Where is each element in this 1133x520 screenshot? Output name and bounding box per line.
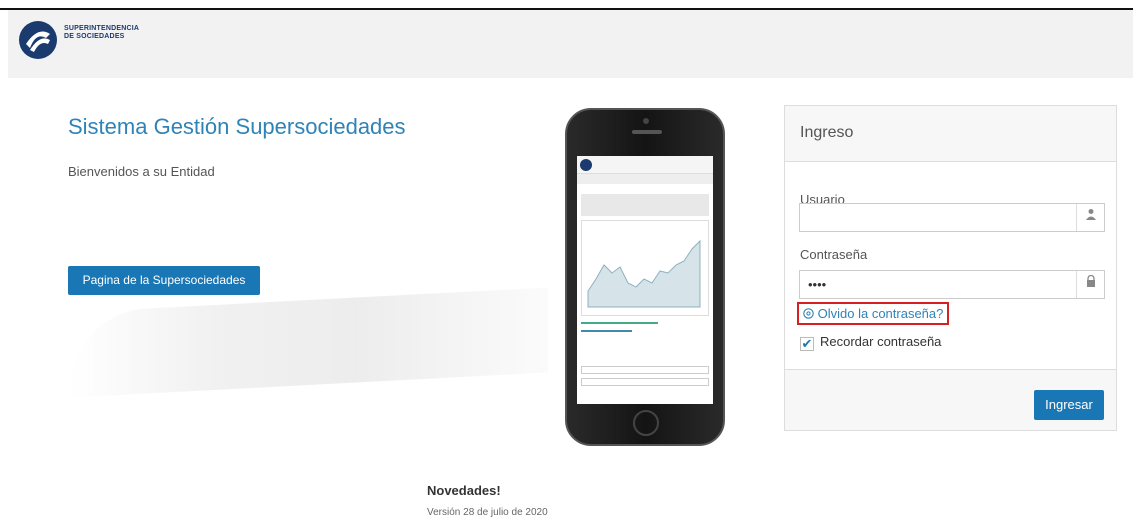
screen-logo-icon [580, 159, 592, 171]
screen-breadcrumb [577, 174, 713, 184]
remember-password[interactable]: ✔ Recordar contraseña [800, 334, 941, 351]
welcome-text: Bienvenidos a su Entidad [68, 164, 215, 179]
forgot-password-link[interactable]: Olvido la contraseña? [797, 302, 950, 325]
news-version: Versión 28 de julio de 2020 [427, 507, 548, 518]
phone-screen [577, 156, 713, 404]
screen-dashboard-title [577, 184, 713, 192]
screen-chart [581, 220, 709, 316]
lock-icon [1076, 271, 1104, 298]
page-title: Sistema Gestión Supersociedades [68, 114, 406, 139]
login-heading: Ingreso [785, 106, 1116, 162]
phone-mockup-image [565, 108, 725, 446]
phone-speaker [632, 130, 662, 134]
screen-progress-bars [581, 322, 709, 362]
password-field-wrap [799, 270, 1105, 299]
supersociedades-logo[interactable] [18, 20, 58, 60]
screen-stats [581, 194, 709, 216]
password-input[interactable] [800, 271, 1070, 298]
top-header: SUPERINTENDENCIA DE SOCIEDADES [8, 10, 1133, 78]
logo-line-1: SUPERINTENDENCIA [64, 25, 140, 32]
login-submit-button[interactable]: Ingresar [1034, 390, 1104, 420]
phone-camera [643, 118, 649, 124]
decorative-swoosh [70, 287, 548, 398]
supersociedades-site-button[interactable]: Pagina de la Supersociedades [68, 266, 260, 295]
login-panel: Ingreso Usuario Contraseña Olvido la con… [784, 105, 1117, 431]
screen-button [581, 366, 709, 374]
password-label: Contraseña [800, 247, 868, 262]
phone-home-button [633, 410, 659, 436]
screen-chart-graphic [587, 239, 701, 308]
screen-button [581, 378, 709, 386]
help-circle-icon [803, 306, 818, 321]
username-field-wrap [799, 203, 1105, 232]
screen-bar [581, 330, 633, 332]
screen-bar [581, 322, 658, 324]
news-title: Novedades! [427, 483, 501, 498]
logo-line-2: DE SOCIEDADES [64, 33, 125, 40]
user-icon [1076, 204, 1104, 231]
forgot-password-label: Olvido la contraseña? [817, 306, 944, 321]
logo-text: SUPERINTENDENCIA DE SOCIEDADES [64, 25, 139, 41]
checkmark-icon[interactable]: ✔ [800, 337, 814, 351]
username-input[interactable] [800, 204, 1070, 231]
logo-icon [19, 21, 57, 59]
screen-header [577, 156, 713, 174]
remember-label: Recordar contraseña [820, 334, 942, 349]
